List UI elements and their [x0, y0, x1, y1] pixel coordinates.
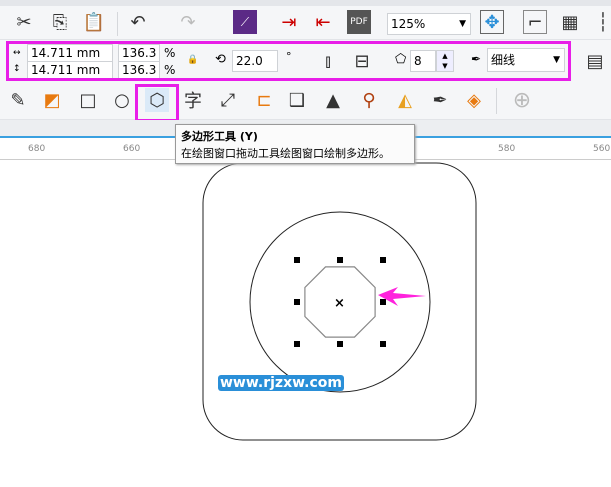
selection-handle[interactable]: [380, 341, 386, 347]
eyedropper-icon[interactable]: ⚲: [357, 88, 381, 112]
ruler-tick: 580: [498, 144, 516, 154]
selection-handle[interactable]: [294, 299, 300, 305]
zoom-value: 125%: [391, 17, 426, 31]
selection-handle[interactable]: [337, 341, 343, 347]
connector-icon[interactable]: ⊏: [252, 88, 276, 112]
drop-shadow-icon[interactable]: ❑: [285, 88, 309, 112]
ruler-tick: 680: [28, 144, 46, 154]
color-icon[interactable]: ◈: [462, 88, 486, 112]
transparency-icon[interactable]: ▲: [321, 88, 345, 112]
selection-handle[interactable]: [294, 341, 300, 347]
publish-pdf-icon[interactable]: PDF: [347, 10, 371, 34]
tooltip-description: 在绘图窗口拖动工具绘图窗口绘制多边形。: [181, 147, 390, 160]
copy-icon[interactable]: ⎘: [48, 10, 72, 34]
corel-app-launcher-icon[interactable]: ⟋: [233, 10, 257, 34]
property-bar-highlight: [6, 41, 571, 81]
selection-handle[interactable]: [337, 257, 343, 263]
import-icon[interactable]: ⇥: [277, 10, 301, 34]
ruler-tick: 660: [123, 144, 141, 154]
export-icon[interactable]: ⇤: [311, 10, 335, 34]
freehand-icon[interactable]: ✎: [6, 88, 30, 112]
center-marker: ×: [334, 296, 345, 311]
text-icon[interactable]: 字: [181, 88, 205, 112]
redo-icon[interactable]: ↷: [176, 10, 200, 34]
grid-icon[interactable]: ▦: [558, 10, 582, 34]
rectangle-icon[interactable]: □: [76, 88, 100, 112]
selection-handle[interactable]: [380, 299, 386, 305]
tooltip: 多边形工具 (Y) 在绘图窗口拖动工具绘图窗口绘制多边形。: [175, 124, 415, 164]
object-properties-icon[interactable]: ▤: [583, 49, 607, 73]
smart-fill-icon[interactable]: ◩: [40, 88, 64, 112]
undo-icon[interactable]: ↶: [126, 10, 150, 34]
rulers-icon[interactable]: ⌐: [523, 10, 547, 34]
ruler-tick: 560: [593, 144, 611, 154]
drawing-canvas[interactable]: ×: [0, 160, 611, 487]
paste-icon[interactable]: 📋: [82, 10, 106, 34]
outline-pen-tool-icon[interactable]: ✒: [428, 88, 452, 112]
watermark: www.rjzxw.com: [218, 375, 344, 391]
fullscreen-icon[interactable]: ✥: [480, 10, 504, 34]
polygon-tool-highlight: [135, 84, 179, 122]
selection-handle[interactable]: [380, 257, 386, 263]
dimension-icon[interactable]: ⤢: [216, 88, 240, 112]
ellipse-icon[interactable]: ○: [110, 88, 134, 112]
add-tool-icon[interactable]: ⊕: [510, 88, 534, 113]
interactive-fill-icon[interactable]: ◭: [393, 88, 417, 112]
cut-icon[interactable]: ✂: [12, 10, 36, 34]
tooltip-title: 多边形工具 (Y): [181, 130, 258, 143]
guidelines-icon[interactable]: ┆: [591, 10, 611, 34]
zoom-select[interactable]: 125% ▼: [387, 13, 471, 35]
toolbox: ✎ ◩ □ ○ ⬡ 字 ⤢ ⊏ ❑ ▲ ⚲ ◭ ✒ ◈ ⊕: [0, 82, 611, 120]
standard-toolbar: ✂ ⎘ 📋 ↶ ↷ ⟋ ⇥ ⇤ PDF 125% ▼ ✥ ⌐ ▦ ┆: [0, 6, 611, 40]
selection-handle[interactable]: [294, 257, 300, 263]
